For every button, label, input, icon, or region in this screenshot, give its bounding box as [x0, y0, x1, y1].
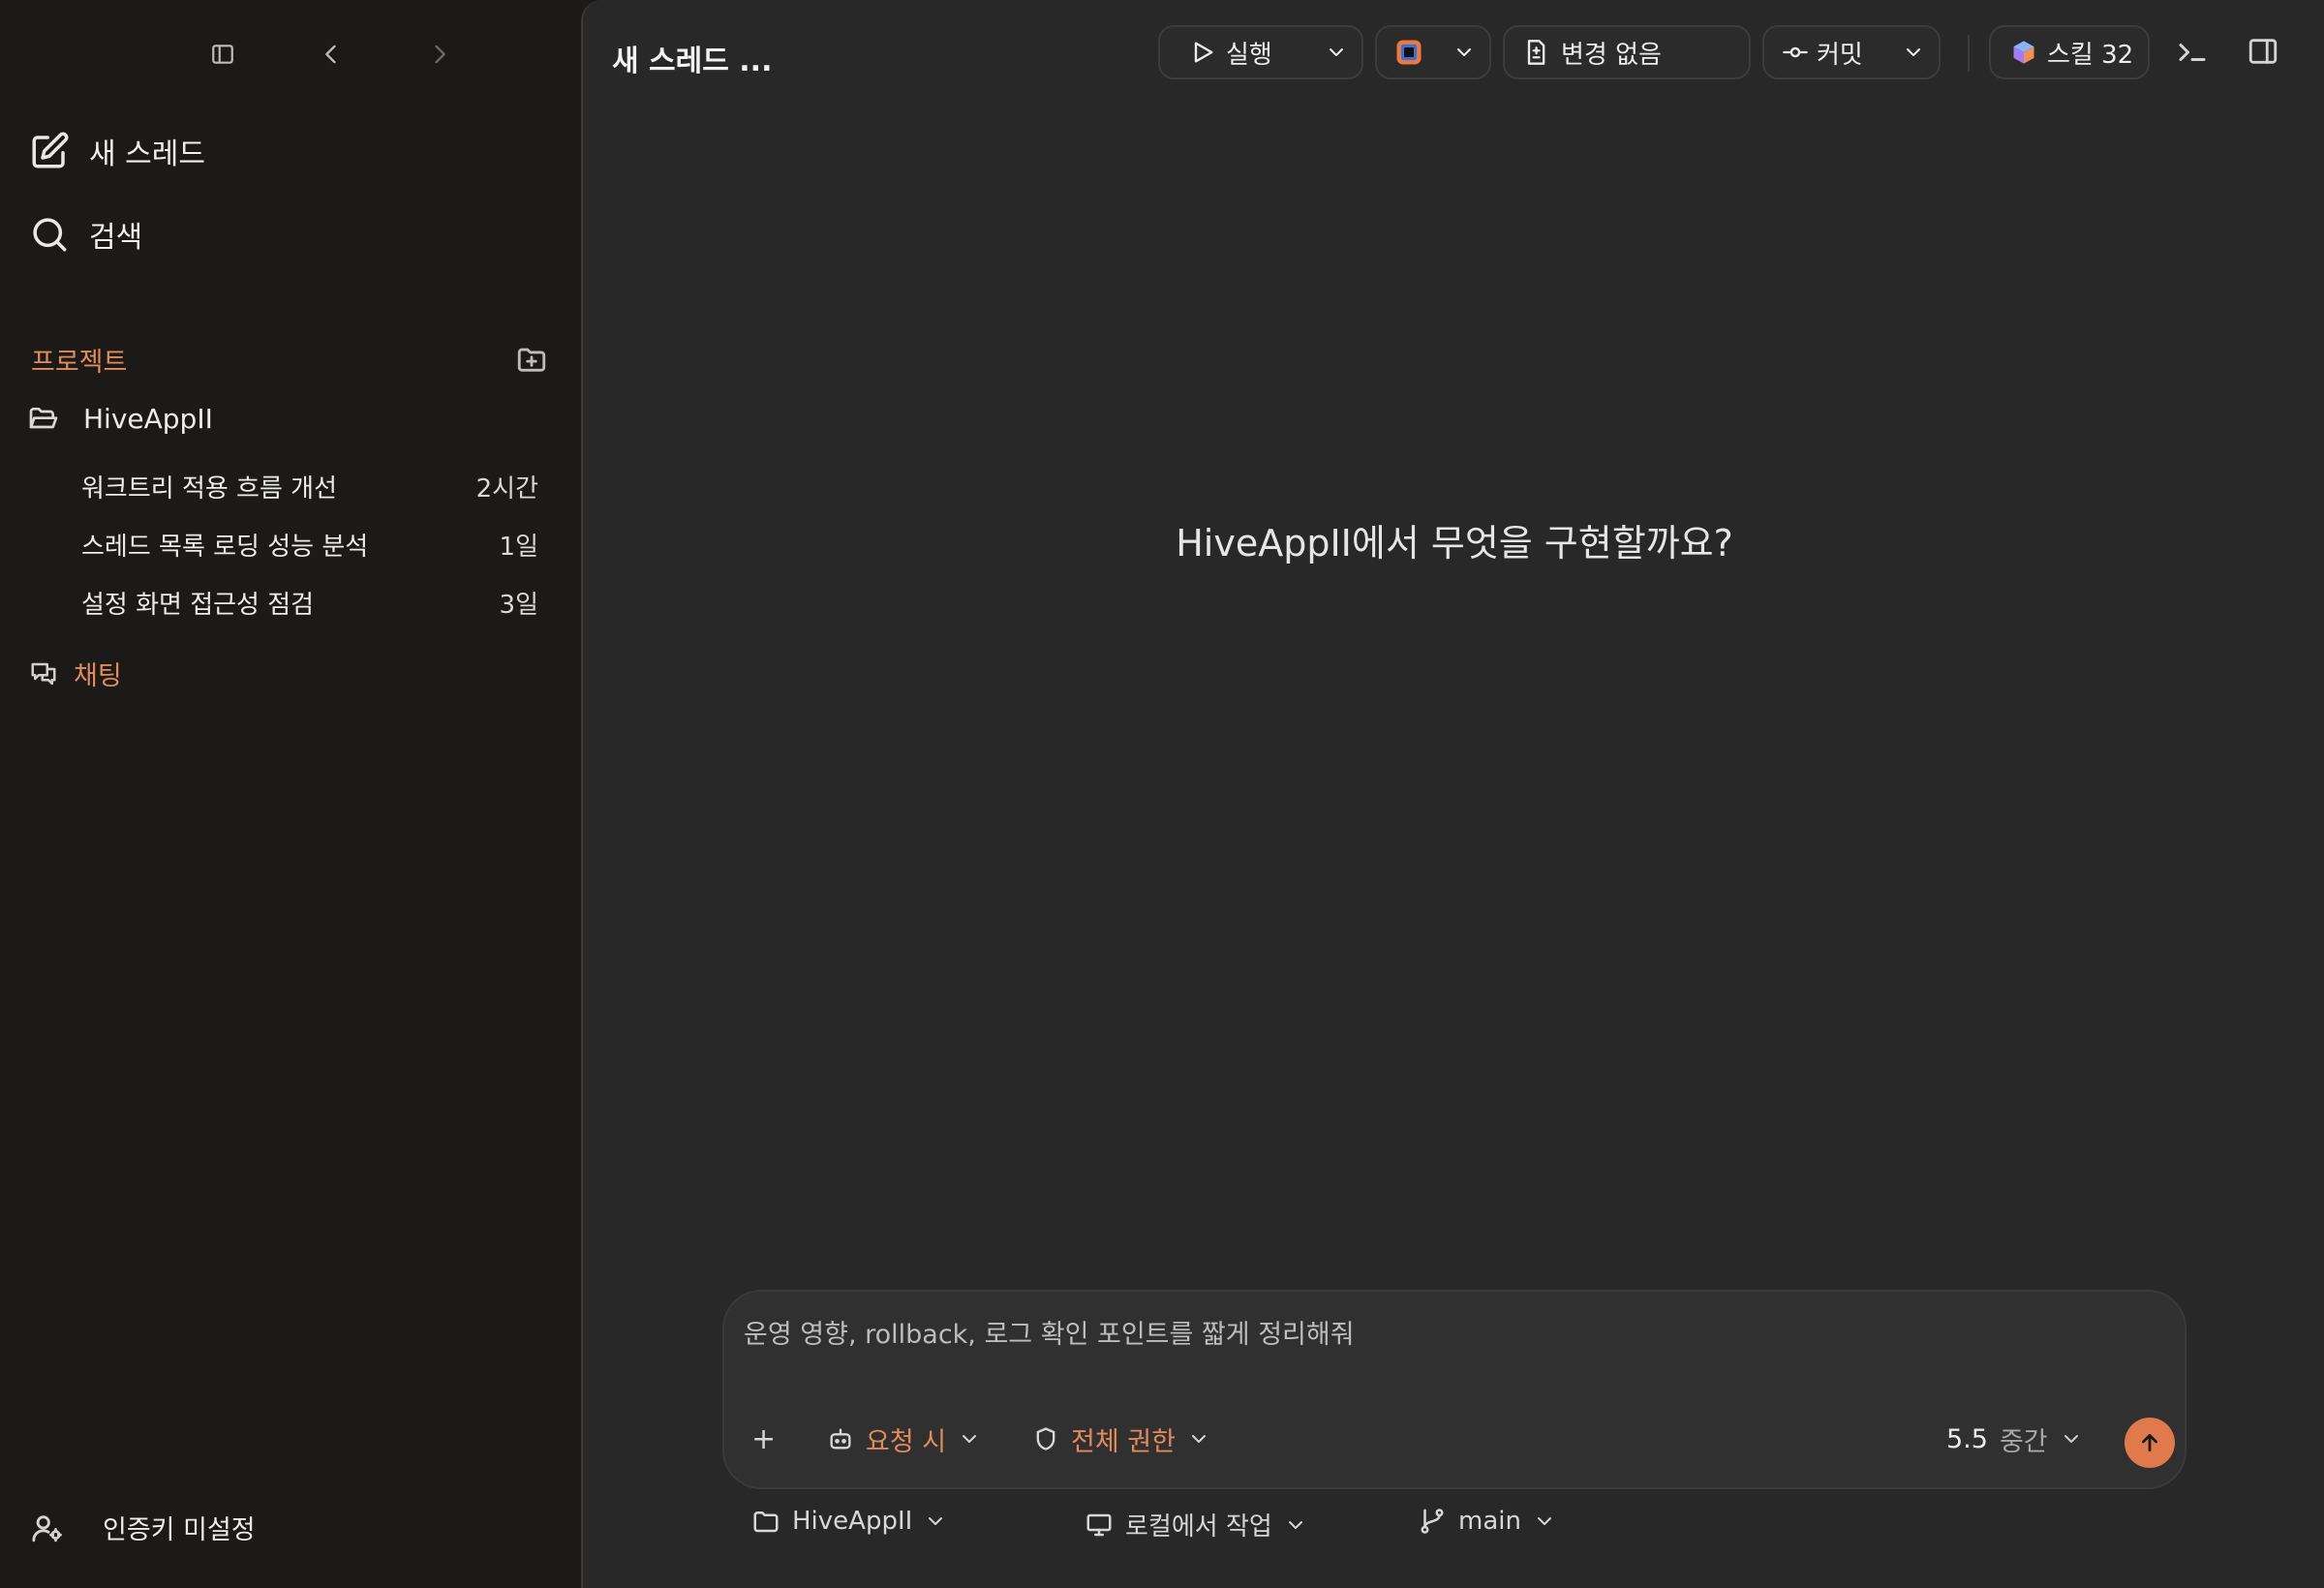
- new-thread-label: 새 스레드: [89, 137, 205, 171]
- forward-icon[interactable]: [420, 35, 459, 74]
- skills-cube-icon: [2010, 39, 2037, 66]
- toggle-panel-icon[interactable]: [2247, 35, 2283, 72]
- folder-open-icon: [27, 404, 58, 435]
- approval-mode-label: 요청 시: [866, 1426, 947, 1457]
- search-button[interactable]: 검색: [29, 213, 142, 256]
- thread-title: 워크트리 적용 흐름 개선: [81, 474, 337, 504]
- thread-title: 스레드 목록 로딩 성능 분석: [81, 533, 369, 562]
- approval-mode-button[interactable]: 요청 시: [827, 1418, 981, 1460]
- diff-file-icon: [1522, 39, 1549, 66]
- thread-time: 2시간: [475, 474, 538, 504]
- footer-project-label: HiveAppII: [792, 1507, 913, 1536]
- thread-time: 1일: [499, 533, 538, 562]
- footer-environment-selector[interactable]: 로컬에서 작업: [1085, 1507, 1307, 1542]
- model-version: 5.5: [1946, 1423, 1988, 1454]
- model-chevron-down-icon: [2060, 1427, 2083, 1451]
- search-label: 검색: [89, 221, 143, 255]
- permission-button[interactable]: 전체 권한: [1032, 1418, 1210, 1460]
- send-button[interactable]: [2125, 1418, 2175, 1468]
- run-label: 실행: [1226, 40, 1272, 70]
- env-chevron-down-icon: [1284, 1513, 1307, 1537]
- footer-project-selector[interactable]: HiveAppII: [751, 1507, 947, 1536]
- skills-label: 스킬 32: [2047, 40, 2134, 70]
- run-button[interactable]: 실행: [1158, 25, 1363, 79]
- arrow-up-icon: [2137, 1430, 2162, 1455]
- thread-title-heading: 새 스레드 ...: [612, 45, 773, 78]
- robot-icon: [827, 1425, 854, 1452]
- monitor-icon: [1085, 1511, 1114, 1540]
- project-chevron-down-icon: [924, 1510, 947, 1533]
- sidebar: 새 스레드 검색 프로젝트 HiveAppII 워크트리 적용 흐름 개선 2시…: [0, 0, 581, 1588]
- toggle-sidebar-icon[interactable]: [203, 35, 242, 74]
- changes-button[interactable]: 변경 없음: [1503, 25, 1751, 79]
- project-name: HiveAppII: [83, 403, 213, 435]
- add-folder-icon[interactable]: [515, 343, 550, 378]
- main-panel: 새 스레드 ... 실행 변경 없음 커밋 스킬 32 HiveAppII에서 …: [581, 0, 2324, 1588]
- ide-logo-icon: [1394, 38, 1423, 67]
- model-effort: 중간: [1999, 1426, 2048, 1457]
- auth-key-button[interactable]: 인증키 미설정: [31, 1509, 256, 1546]
- folder-icon: [751, 1507, 780, 1536]
- branch-chevron-down-icon: [1533, 1510, 1556, 1533]
- auth-key-label: 인증키 미설정: [103, 1515, 256, 1545]
- permission-label: 전체 권한: [1071, 1426, 1176, 1457]
- changes-label: 변경 없음: [1561, 40, 1662, 70]
- model-selector-button[interactable]: 5.5 중간: [1946, 1418, 2083, 1460]
- thread-item[interactable]: 설정 화면 접근성 점검 3일: [81, 585, 538, 621]
- back-icon[interactable]: [312, 35, 351, 74]
- commit-button[interactable]: 커밋: [1762, 25, 1941, 79]
- terminal-icon[interactable]: [2175, 35, 2212, 72]
- git-branch-icon: [1418, 1507, 1447, 1536]
- footer-branch-label: main: [1458, 1507, 1521, 1536]
- compose-icon: [29, 131, 70, 171]
- composer: + 요청 시 전체 권한 5.5 중간: [722, 1290, 2186, 1489]
- play-icon: [1189, 39, 1216, 66]
- commit-chevron-down-icon[interactable]: [1902, 41, 1925, 64]
- project-item[interactable]: HiveAppII: [27, 403, 213, 435]
- search-icon: [29, 214, 70, 255]
- thread-item[interactable]: 워크트리 적용 흐름 개선 2시간: [81, 469, 538, 504]
- permission-chevron-down-icon: [1187, 1427, 1210, 1451]
- commit-label: 커밋: [1817, 40, 1863, 70]
- chat-label: 채팅: [74, 661, 122, 691]
- hero-prompt-text: HiveAppII에서 무엇을 구현할까요?: [1176, 522, 1733, 565]
- footer-env-label: 로컬에서 작업: [1125, 1512, 1272, 1542]
- skills-button[interactable]: 스킬 32: [1989, 25, 2150, 79]
- prompt-input[interactable]: [742, 1309, 2004, 1359]
- chat-icon: [29, 659, 58, 688]
- new-thread-button[interactable]: 새 스레드: [29, 130, 205, 172]
- attach-plus-button[interactable]: +: [751, 1418, 776, 1460]
- chat-section[interactable]: 채팅: [29, 655, 122, 692]
- ide-selector-button[interactable]: [1375, 25, 1491, 79]
- thread-title: 설정 화면 접근성 점검: [81, 591, 315, 620]
- commit-icon: [1782, 39, 1809, 66]
- footer-branch-selector[interactable]: main: [1418, 1507, 1556, 1536]
- thread-item[interactable]: 스레드 목록 로딩 성능 분석 1일: [81, 527, 538, 563]
- toolbar-divider: [1968, 35, 1970, 72]
- thread-time: 3일: [499, 591, 538, 620]
- projects-section-label: 프로젝트: [31, 348, 128, 378]
- user-settings-icon: [31, 1512, 64, 1544]
- mode-chevron-down-icon: [958, 1427, 981, 1451]
- ide-chevron-down-icon: [1452, 41, 1476, 64]
- shield-icon: [1032, 1425, 1059, 1452]
- run-chevron-down-icon[interactable]: [1325, 41, 1348, 64]
